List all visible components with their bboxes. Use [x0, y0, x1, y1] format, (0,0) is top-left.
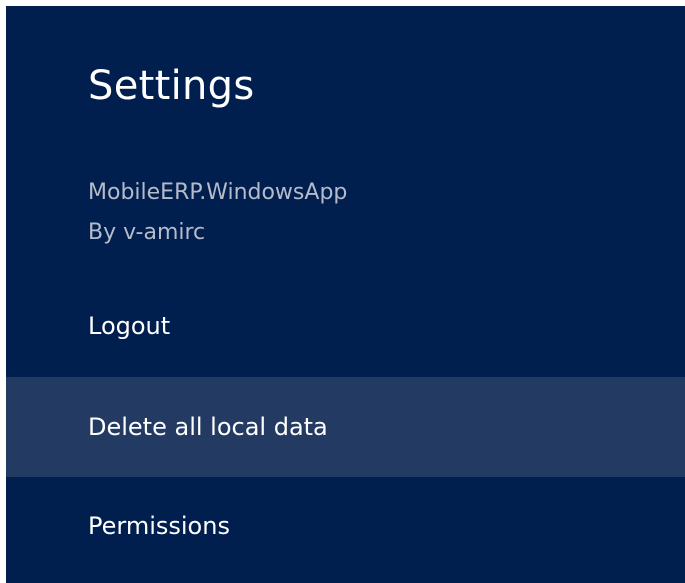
delete-all-local-data-label: Delete all local data — [88, 413, 328, 441]
app-publisher: By v-amirc — [88, 220, 206, 245]
permissions-label: Permissions — [88, 512, 230, 540]
logout-menu-item[interactable]: Logout — [6, 276, 685, 376]
logout-label: Logout — [88, 312, 171, 340]
settings-title: Settings — [88, 63, 255, 109]
permissions-menu-item[interactable]: Permissions — [6, 476, 685, 576]
app-info: MobileERP.WindowsApp By v-amirc — [88, 173, 347, 253]
app-name: MobileERP.WindowsApp — [88, 180, 348, 205]
delete-all-local-data-menu-item[interactable]: Delete all local data — [6, 377, 685, 477]
settings-charm-panel: Settings MobileERP.WindowsApp By v-amirc… — [6, 6, 685, 583]
